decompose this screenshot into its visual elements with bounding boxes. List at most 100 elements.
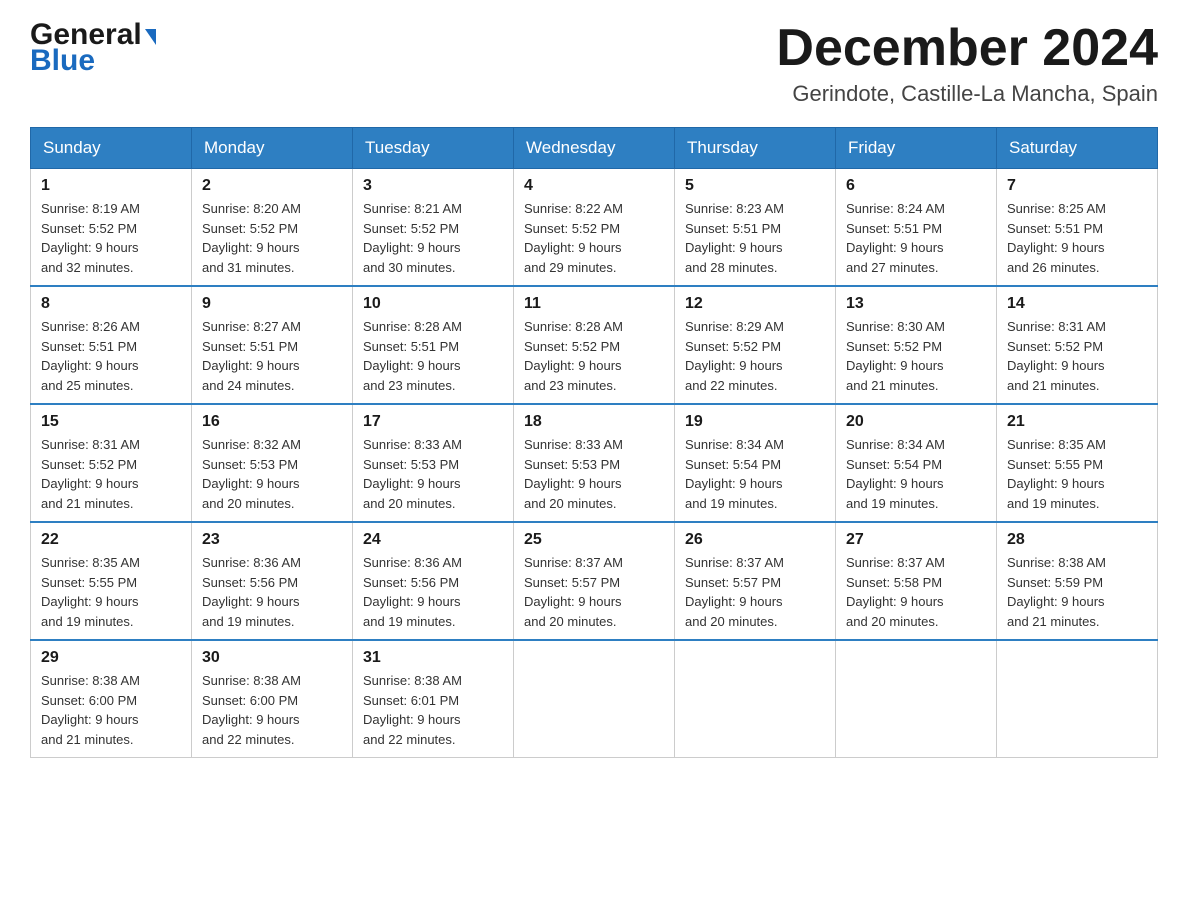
day-info: Sunrise: 8:30 AM Sunset: 5:52 PM Dayligh… bbox=[846, 317, 986, 395]
day-number: 29 bbox=[41, 649, 181, 667]
day-info: Sunrise: 8:28 AM Sunset: 5:51 PM Dayligh… bbox=[363, 317, 503, 395]
day-info: Sunrise: 8:28 AM Sunset: 5:52 PM Dayligh… bbox=[524, 317, 664, 395]
day-info: Sunrise: 8:33 AM Sunset: 5:53 PM Dayligh… bbox=[363, 435, 503, 513]
day-info: Sunrise: 8:37 AM Sunset: 5:58 PM Dayligh… bbox=[846, 553, 986, 631]
day-info: Sunrise: 8:21 AM Sunset: 5:52 PM Dayligh… bbox=[363, 199, 503, 277]
day-number: 2 bbox=[202, 177, 342, 195]
calendar-cell: 10 Sunrise: 8:28 AM Sunset: 5:51 PM Dayl… bbox=[353, 286, 514, 404]
day-number: 5 bbox=[685, 177, 825, 195]
day-info: Sunrise: 8:38 AM Sunset: 5:59 PM Dayligh… bbox=[1007, 553, 1147, 631]
header-thursday: Thursday bbox=[675, 128, 836, 169]
title-section: December 2024 Gerindote, Castille-La Man… bbox=[776, 20, 1158, 107]
calendar-cell: 30 Sunrise: 8:38 AM Sunset: 6:00 PM Dayl… bbox=[192, 640, 353, 758]
day-info: Sunrise: 8:34 AM Sunset: 5:54 PM Dayligh… bbox=[846, 435, 986, 513]
day-number: 3 bbox=[363, 177, 503, 195]
calendar-cell: 24 Sunrise: 8:36 AM Sunset: 5:56 PM Dayl… bbox=[353, 522, 514, 640]
calendar-cell: 16 Sunrise: 8:32 AM Sunset: 5:53 PM Dayl… bbox=[192, 404, 353, 522]
day-number: 24 bbox=[363, 531, 503, 549]
day-number: 15 bbox=[41, 413, 181, 431]
day-number: 26 bbox=[685, 531, 825, 549]
day-info: Sunrise: 8:36 AM Sunset: 5:56 PM Dayligh… bbox=[202, 553, 342, 631]
day-info: Sunrise: 8:31 AM Sunset: 5:52 PM Dayligh… bbox=[41, 435, 181, 513]
header-sunday: Sunday bbox=[31, 128, 192, 169]
day-info: Sunrise: 8:38 AM Sunset: 6:00 PM Dayligh… bbox=[202, 671, 342, 749]
day-number: 1 bbox=[41, 177, 181, 195]
calendar-cell: 13 Sunrise: 8:30 AM Sunset: 5:52 PM Dayl… bbox=[836, 286, 997, 404]
day-number: 20 bbox=[846, 413, 986, 431]
day-info: Sunrise: 8:37 AM Sunset: 5:57 PM Dayligh… bbox=[524, 553, 664, 631]
logo-arrow-icon bbox=[145, 29, 156, 45]
calendar-cell: 2 Sunrise: 8:20 AM Sunset: 5:52 PM Dayli… bbox=[192, 169, 353, 287]
week-row-5: 29 Sunrise: 8:38 AM Sunset: 6:00 PM Dayl… bbox=[31, 640, 1158, 758]
header-saturday: Saturday bbox=[997, 128, 1158, 169]
day-info: Sunrise: 8:23 AM Sunset: 5:51 PM Dayligh… bbox=[685, 199, 825, 277]
day-info: Sunrise: 8:19 AM Sunset: 5:52 PM Dayligh… bbox=[41, 199, 181, 277]
calendar-cell: 25 Sunrise: 8:37 AM Sunset: 5:57 PM Dayl… bbox=[514, 522, 675, 640]
calendar-cell: 20 Sunrise: 8:34 AM Sunset: 5:54 PM Dayl… bbox=[836, 404, 997, 522]
day-info: Sunrise: 8:31 AM Sunset: 5:52 PM Dayligh… bbox=[1007, 317, 1147, 395]
calendar-cell bbox=[836, 640, 997, 758]
calendar-cell: 28 Sunrise: 8:38 AM Sunset: 5:59 PM Dayl… bbox=[997, 522, 1158, 640]
day-number: 22 bbox=[41, 531, 181, 549]
day-number: 16 bbox=[202, 413, 342, 431]
day-number: 19 bbox=[685, 413, 825, 431]
calendar-cell: 14 Sunrise: 8:31 AM Sunset: 5:52 PM Dayl… bbox=[997, 286, 1158, 404]
day-number: 31 bbox=[363, 649, 503, 667]
day-number: 14 bbox=[1007, 295, 1147, 313]
calendar-cell: 8 Sunrise: 8:26 AM Sunset: 5:51 PM Dayli… bbox=[31, 286, 192, 404]
calendar-cell: 1 Sunrise: 8:19 AM Sunset: 5:52 PM Dayli… bbox=[31, 169, 192, 287]
calendar-cell: 3 Sunrise: 8:21 AM Sunset: 5:52 PM Dayli… bbox=[353, 169, 514, 287]
day-info: Sunrise: 8:25 AM Sunset: 5:51 PM Dayligh… bbox=[1007, 199, 1147, 277]
day-info: Sunrise: 8:20 AM Sunset: 5:52 PM Dayligh… bbox=[202, 199, 342, 277]
header-wednesday: Wednesday bbox=[514, 128, 675, 169]
week-row-4: 22 Sunrise: 8:35 AM Sunset: 5:55 PM Dayl… bbox=[31, 522, 1158, 640]
calendar-cell: 12 Sunrise: 8:29 AM Sunset: 5:52 PM Dayl… bbox=[675, 286, 836, 404]
day-info: Sunrise: 8:36 AM Sunset: 5:56 PM Dayligh… bbox=[363, 553, 503, 631]
day-number: 28 bbox=[1007, 531, 1147, 549]
calendar-header-row: SundayMondayTuesdayWednesdayThursdayFrid… bbox=[31, 128, 1158, 169]
week-row-3: 15 Sunrise: 8:31 AM Sunset: 5:52 PM Dayl… bbox=[31, 404, 1158, 522]
day-number: 12 bbox=[685, 295, 825, 313]
day-info: Sunrise: 8:35 AM Sunset: 5:55 PM Dayligh… bbox=[1007, 435, 1147, 513]
day-number: 10 bbox=[363, 295, 503, 313]
calendar-cell bbox=[514, 640, 675, 758]
day-number: 4 bbox=[524, 177, 664, 195]
calendar-cell: 22 Sunrise: 8:35 AM Sunset: 5:55 PM Dayl… bbox=[31, 522, 192, 640]
calendar-cell: 18 Sunrise: 8:33 AM Sunset: 5:53 PM Dayl… bbox=[514, 404, 675, 522]
header-friday: Friday bbox=[836, 128, 997, 169]
day-info: Sunrise: 8:26 AM Sunset: 5:51 PM Dayligh… bbox=[41, 317, 181, 395]
day-number: 8 bbox=[41, 295, 181, 313]
day-info: Sunrise: 8:38 AM Sunset: 6:01 PM Dayligh… bbox=[363, 671, 503, 749]
calendar-cell: 29 Sunrise: 8:38 AM Sunset: 6:00 PM Dayl… bbox=[31, 640, 192, 758]
week-row-1: 1 Sunrise: 8:19 AM Sunset: 5:52 PM Dayli… bbox=[31, 169, 1158, 287]
page-header: General Blue December 2024 Gerindote, Ca… bbox=[30, 20, 1158, 107]
day-number: 25 bbox=[524, 531, 664, 549]
day-number: 21 bbox=[1007, 413, 1147, 431]
day-info: Sunrise: 8:27 AM Sunset: 5:51 PM Dayligh… bbox=[202, 317, 342, 395]
logo: General Blue bbox=[30, 20, 156, 76]
header-tuesday: Tuesday bbox=[353, 128, 514, 169]
calendar-cell: 19 Sunrise: 8:34 AM Sunset: 5:54 PM Dayl… bbox=[675, 404, 836, 522]
calendar-cell bbox=[675, 640, 836, 758]
calendar-cell: 27 Sunrise: 8:37 AM Sunset: 5:58 PM Dayl… bbox=[836, 522, 997, 640]
calendar-cell bbox=[997, 640, 1158, 758]
location: Gerindote, Castille-La Mancha, Spain bbox=[776, 81, 1158, 107]
logo-line2: Blue bbox=[30, 46, 156, 76]
calendar-cell: 6 Sunrise: 8:24 AM Sunset: 5:51 PM Dayli… bbox=[836, 169, 997, 287]
day-number: 30 bbox=[202, 649, 342, 667]
day-number: 27 bbox=[846, 531, 986, 549]
day-info: Sunrise: 8:38 AM Sunset: 6:00 PM Dayligh… bbox=[41, 671, 181, 749]
calendar-cell: 21 Sunrise: 8:35 AM Sunset: 5:55 PM Dayl… bbox=[997, 404, 1158, 522]
day-info: Sunrise: 8:24 AM Sunset: 5:51 PM Dayligh… bbox=[846, 199, 986, 277]
day-number: 9 bbox=[202, 295, 342, 313]
day-number: 18 bbox=[524, 413, 664, 431]
calendar-cell: 5 Sunrise: 8:23 AM Sunset: 5:51 PM Dayli… bbox=[675, 169, 836, 287]
calendar-table: SundayMondayTuesdayWednesdayThursdayFrid… bbox=[30, 127, 1158, 758]
day-number: 13 bbox=[846, 295, 986, 313]
calendar-cell: 23 Sunrise: 8:36 AM Sunset: 5:56 PM Dayl… bbox=[192, 522, 353, 640]
calendar-cell: 11 Sunrise: 8:28 AM Sunset: 5:52 PM Dayl… bbox=[514, 286, 675, 404]
day-number: 6 bbox=[846, 177, 986, 195]
day-info: Sunrise: 8:37 AM Sunset: 5:57 PM Dayligh… bbox=[685, 553, 825, 631]
header-monday: Monday bbox=[192, 128, 353, 169]
day-info: Sunrise: 8:34 AM Sunset: 5:54 PM Dayligh… bbox=[685, 435, 825, 513]
